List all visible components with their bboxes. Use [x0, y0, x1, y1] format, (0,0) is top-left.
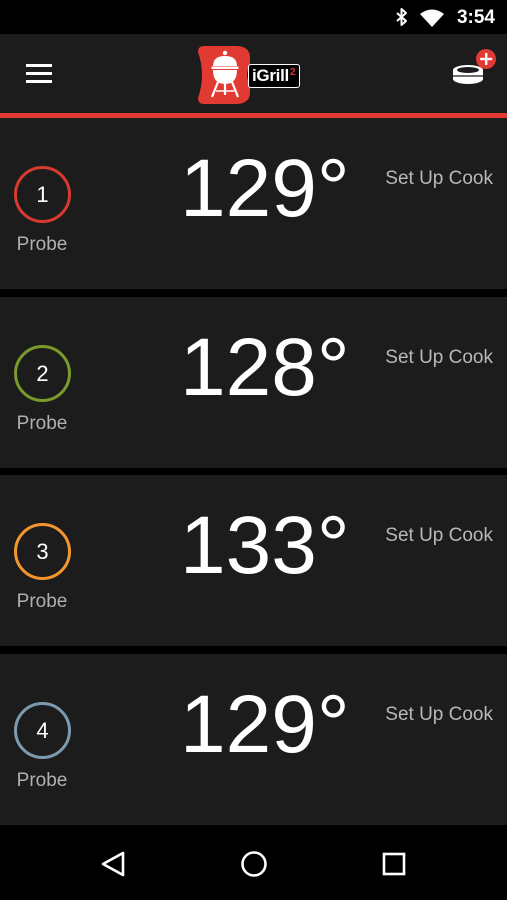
status-bar: 3:54 — [0, 0, 507, 34]
add-device-icon — [453, 49, 496, 84]
logo-wordmark: iGrill2 — [248, 64, 301, 88]
probe-number-badge: 1 — [14, 166, 71, 223]
probe-number-badge: 4 — [14, 702, 71, 759]
set-up-cook-button[interactable]: Set Up Cook — [385, 704, 493, 726]
logo-text: iGrill — [252, 66, 289, 85]
probe-number-badge: 3 — [14, 523, 71, 580]
recents-icon[interactable] — [376, 848, 412, 880]
add-device-button[interactable] — [450, 48, 498, 90]
set-up-cook-button[interactable]: Set Up Cook — [385, 168, 493, 190]
probe-temperature: 133° — [180, 500, 350, 591]
probe-card-1[interactable]: 1 Probe 129° Set Up Cook — [0, 118, 507, 289]
navigation-bar — [0, 828, 507, 900]
probe-temperature: 129° — [180, 143, 350, 234]
home-icon[interactable] — [236, 848, 272, 880]
back-icon[interactable] — [96, 848, 132, 880]
wifi-icon — [420, 9, 444, 27]
set-up-cook-button[interactable]: Set Up Cook — [385, 347, 493, 369]
probe-label: Probe — [16, 413, 68, 434]
set-up-cook-button[interactable]: Set Up Cook — [385, 525, 493, 547]
hamburger-menu-icon[interactable] — [24, 62, 54, 86]
probe-card-2[interactable]: 2 Probe 128° Set Up Cook — [0, 297, 507, 468]
probe-temperature: 129° — [180, 679, 350, 770]
probe-label: Probe — [16, 770, 68, 791]
probe-card-3[interactable]: 3 Probe 133° Set Up Cook — [0, 475, 507, 646]
app-bar: iGrill2 — [0, 34, 507, 114]
igrill-logo: iGrill2 — [196, 44, 312, 106]
probe-number-badge: 2 — [14, 345, 71, 402]
probe-card-4[interactable]: 4 Probe 129° Set Up Cook — [0, 654, 507, 825]
logo-superscript: 2 — [289, 67, 296, 78]
status-time: 3:54 — [456, 7, 495, 28]
bluetooth-icon — [396, 8, 407, 26]
probe-label: Probe — [16, 234, 68, 255]
probe-label: Probe — [16, 591, 68, 612]
weber-logo-icon — [198, 46, 250, 104]
probe-temperature: 128° — [180, 322, 350, 413]
